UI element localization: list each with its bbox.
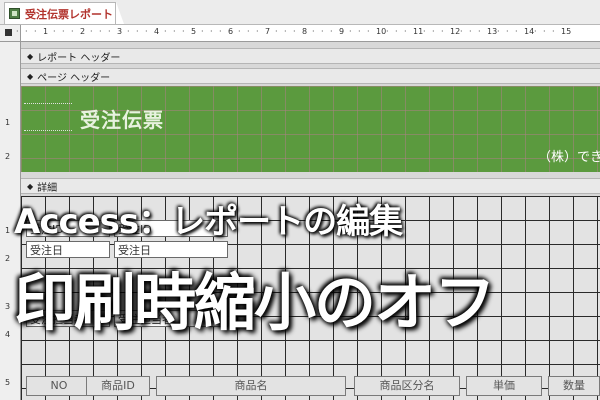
ruler-mark: 2 (5, 152, 11, 161)
ruler-tick: · (543, 27, 546, 36)
ruler-tick: · (256, 27, 259, 36)
section-arrow-icon: ◆ (27, 181, 34, 191)
ruler-tick: · (247, 27, 250, 36)
ruler-tick: · (275, 27, 278, 36)
ruler-mark: 12 (450, 27, 461, 36)
ruler-mark: 1 (5, 226, 11, 235)
ruler-tick: · (145, 27, 148, 36)
column-header-quantity[interactable]: 数量 (548, 376, 600, 396)
tab-report[interactable]: 受注伝票レポート (4, 2, 116, 24)
column-header-no[interactable]: NO (26, 376, 92, 396)
report-icon (9, 8, 20, 19)
ruler-tick: · (90, 27, 93, 36)
ruler-mark: 2 (5, 254, 11, 263)
ruler-tick: · (321, 27, 324, 36)
ruler-tick: · (478, 27, 481, 36)
ruler-mark: 5 (5, 378, 11, 387)
section-arrow-icon: ◆ (27, 71, 34, 81)
ruler-mark: 3 (5, 302, 11, 311)
ruler-tick: · (441, 27, 444, 36)
article-headline: Access：レポートの編集 (14, 202, 403, 242)
detail-bar[interactable]: ◆ 詳細 (21, 178, 600, 194)
report-header-bar[interactable]: ◆ レポート ヘッダー (21, 48, 600, 64)
ruler-tick: · (219, 27, 222, 36)
ruler-mark: 8 (302, 27, 308, 36)
ruler-tick: · (182, 27, 185, 36)
ruler-mark: 7 (265, 27, 271, 36)
ruler-mark: 10 (376, 27, 387, 36)
column-header-category[interactable]: 商品区分名 (354, 376, 460, 396)
ruler-tick: · (284, 27, 287, 36)
ruler-tick: · (506, 27, 509, 36)
ruler-mark: 15 (561, 27, 572, 36)
ruler-mark: 6 (228, 27, 234, 36)
company-name-label[interactable]: （株）でき (538, 146, 600, 165)
ruler-tick: · (173, 27, 176, 36)
column-header-unit-price[interactable]: 単価 (466, 376, 542, 396)
report-title-label[interactable]: 受注伝票 (80, 104, 164, 133)
ruler-mark: 2 (80, 27, 86, 36)
ruler-tick: · (312, 27, 315, 36)
ruler-mark: 4 (5, 330, 11, 339)
ruler-tick: · (293, 27, 296, 36)
ruler-tick: · (395, 27, 398, 36)
ruler-tick: · (62, 27, 65, 36)
ruler-tick: · (404, 27, 407, 36)
ruler-tick: · (108, 27, 111, 36)
ruler-tick: · (534, 27, 537, 36)
column-header-product-id[interactable]: 商品ID (86, 376, 150, 396)
ruler-tick: · (330, 27, 333, 36)
ruler-tick: · (127, 27, 130, 36)
ruler-tick: · (136, 27, 139, 36)
ruler-mark: 13 (487, 27, 498, 36)
ruler-tick: · (25, 27, 28, 36)
ruler-mark: 11 (413, 27, 424, 36)
ruler-mark: 3 (117, 27, 123, 36)
ruler-tick: · (515, 27, 518, 36)
ruler-tick: · (358, 27, 361, 36)
ruler-tick: · (34, 27, 37, 36)
page-header-bar[interactable]: ◆ ページ ヘッダー (21, 68, 600, 84)
section-arrow-icon: ◆ (27, 51, 34, 61)
ruler-tick: · (164, 27, 167, 36)
column-header-product-name[interactable]: 商品名 (156, 376, 346, 396)
ruler-tick: · (469, 27, 472, 36)
tab-label: 受注伝票レポート (25, 7, 113, 21)
selector-square-icon (5, 29, 12, 36)
detail-label: 詳細 (37, 182, 58, 194)
ruler-tick: · (53, 27, 56, 36)
page-header-label: ページ ヘッダー (37, 72, 111, 84)
article-subheadline: 印刷時縮小のオフ (14, 266, 496, 339)
image-placeholder[interactable] (24, 103, 72, 131)
ruler-tick: · (99, 27, 102, 36)
ruler-tick: · (367, 27, 370, 36)
ruler-tick: · (349, 27, 352, 36)
ruler-tick: · (16, 27, 19, 36)
ruler-mark: 14 (524, 27, 535, 36)
ruler-tick: · (432, 27, 435, 36)
ruler-tick: · (71, 27, 74, 36)
ruler-tick: · (201, 27, 204, 36)
report-header-label: レポート ヘッダー (37, 52, 121, 64)
ruler-mark: 5 (191, 27, 197, 36)
ruler-tick: · (386, 27, 389, 36)
ruler-mark: 1 (5, 118, 11, 127)
ruler-tick: · (552, 27, 555, 36)
ruler-mark: 1 (43, 27, 49, 36)
ruler-mark: 4 (154, 27, 160, 36)
ruler-tick: · (423, 27, 426, 36)
ruler-tick: · (460, 27, 463, 36)
horizontal-ruler[interactable]: 1 · · · 2 · · · 3 · · · 4 · · · 5 · · · 6 · · · 7 · · · 8 · · · 9 · · · 10 · ·… (16, 25, 600, 42)
ruler-tick: · (238, 27, 241, 36)
ruler-tick: · (497, 27, 500, 36)
ruler-mark: 9 (339, 27, 345, 36)
ruler-tick: · (210, 27, 213, 36)
tab-edge (116, 2, 124, 24)
